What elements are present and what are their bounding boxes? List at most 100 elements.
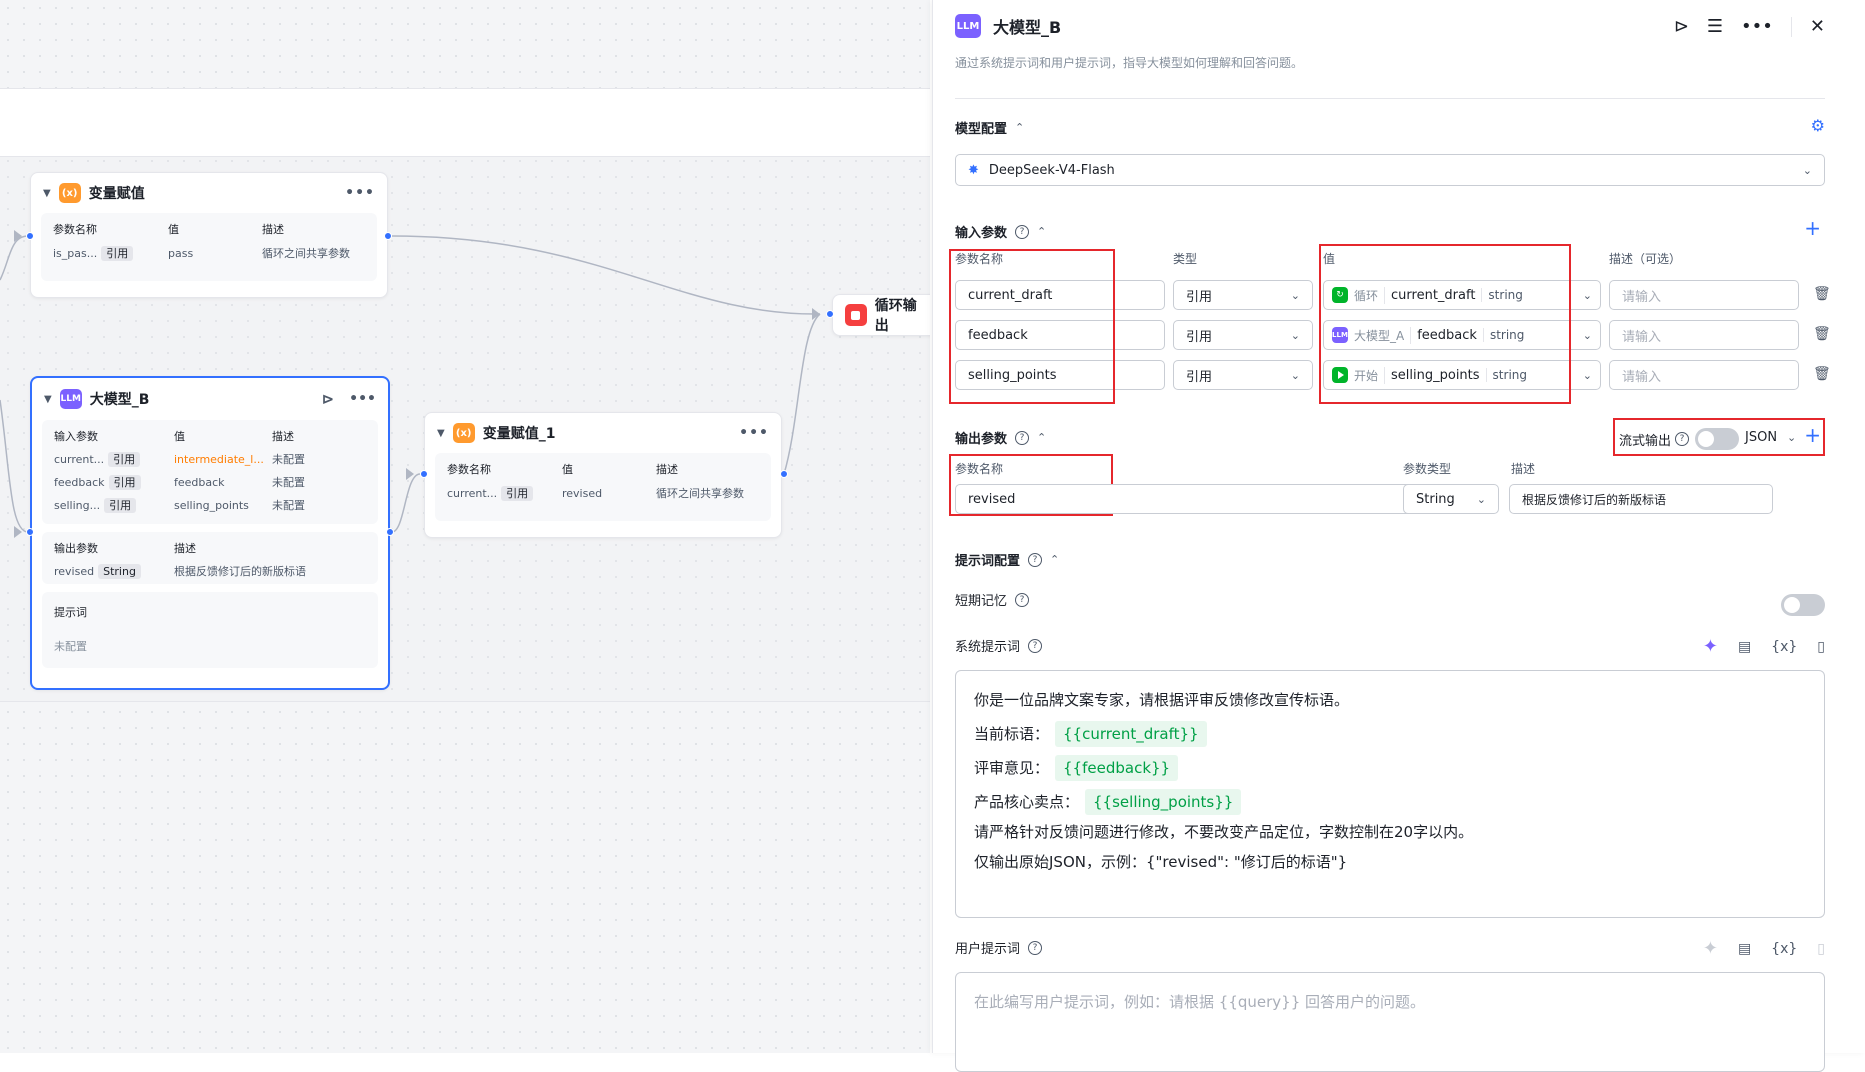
run-icon[interactable]: ⊳ [1674, 16, 1689, 37]
chevron-down-icon: ⌄ [1582, 328, 1592, 342]
port-out[interactable] [386, 528, 394, 536]
user-prompt-label: 用户提示词 [955, 942, 1021, 957]
node-llm-b[interactable]: ▼ LLM 大模型_B ⊳ ••• 输入参数 值 描述 current... 引用… [30, 376, 390, 690]
ai-generate-icon[interactable]: ✦ [1703, 938, 1718, 959]
prompt-line: 评审意见： {{feedback}} [974, 753, 1806, 783]
delete-icon[interactable]: 🗑 [1813, 366, 1831, 382]
output-name: revised String [54, 563, 174, 579]
template-icon[interactable]: ▤ [1738, 639, 1751, 655]
format-select[interactable]: JSON ⌄ [1745, 430, 1796, 445]
highlight-input-values [1319, 244, 1571, 404]
input-params-label: 输入参数 [54, 430, 98, 443]
col-desc-label: 描述（可选） [1609, 252, 1682, 266]
col-type-label: 参数类型 [1403, 462, 1452, 476]
prompt-variable: {{current_draft}} [1055, 721, 1207, 747]
port-in[interactable] [26, 232, 34, 240]
close-icon[interactable]: ✕ [1810, 16, 1825, 37]
save-icon[interactable]: ▯ [1817, 639, 1825, 655]
col-desc-label: 描述 [262, 223, 284, 236]
node-var-assign-1[interactable]: ▼ (x) 变量赋值_1 ••• 参数名称 值 描述 current... 引用 … [424, 412, 782, 538]
collapse-triangle-icon[interactable]: ▼ [44, 394, 52, 405]
prompt-variable: {{selling_points}} [1085, 789, 1242, 815]
collapse-triangle-icon[interactable]: ▼ [43, 188, 51, 199]
run-icon[interactable]: ⊳ [322, 390, 336, 408]
chevron-down-icon: ⌄ [1476, 492, 1486, 506]
edge-var-to-output [391, 235, 821, 315]
param-desc: 循环之间共享参数 [262, 247, 350, 260]
prompt-variable: {{feedback}} [1055, 755, 1179, 781]
help-icon[interactable]: ? [1028, 552, 1043, 567]
chevron-down-icon: ⌄ [1787, 431, 1797, 444]
help-icon[interactable]: ? [1028, 638, 1043, 653]
output-type-select[interactable]: String ⌄ [1403, 484, 1499, 514]
log-icon[interactable]: ☰ [1707, 16, 1723, 37]
port-out[interactable] [780, 470, 788, 478]
node-title: 大模型_B [89, 392, 150, 408]
chevron-up-icon[interactable]: ⌃ [1050, 553, 1059, 566]
node-var-assign[interactable]: ▼ (x) 变量赋值 ••• 参数名称 值 描述 is_pas... 引用 pas… [30, 172, 388, 298]
save-icon[interactable]: ▯ [1817, 941, 1825, 957]
more-icon[interactable]: ••• [345, 185, 375, 201]
settings-icon[interactable]: ⚙ [1811, 116, 1825, 135]
output-params-title: 输出参数 [955, 432, 1008, 447]
port-in[interactable] [826, 310, 834, 318]
input-desc-field[interactable]: 请输入 [1609, 360, 1799, 390]
more-icon[interactable]: ••• [739, 425, 769, 441]
help-icon[interactable]: ? [1028, 940, 1043, 955]
chevron-up-icon[interactable]: ⌃ [1037, 431, 1046, 444]
insert-variable-icon[interactable]: {x} [1771, 941, 1797, 957]
param-name: selling... 引用 [54, 497, 174, 513]
system-prompt-label: 系统提示词 [955, 640, 1021, 655]
col-name-label: 参数名称 [53, 223, 97, 236]
short-memory-toggle[interactable] [1781, 594, 1825, 616]
output-name-field[interactable]: revised [955, 484, 1415, 514]
prompt-line: 你是一位品牌文案专家，请根据评审反馈修改宣传标语。 [974, 691, 1350, 709]
ai-generate-icon[interactable]: ✦ [1703, 636, 1718, 657]
divider [1790, 16, 1792, 37]
system-prompt-editor[interactable]: 你是一位品牌文案专家，请根据评审反馈修改宣传标语。 当前标语： {{current… [955, 670, 1825, 918]
insert-variable-icon[interactable]: {x} [1771, 639, 1797, 655]
user-prompt-placeholder: 在此编写用户提示词，例如：请根据 {{query}} 回答用户的问题。 [974, 993, 1426, 1011]
col-value-label: 值 [562, 463, 573, 476]
panel-description: 通过系统提示词和用户提示词，指导大模型如何理解和回答问题。 [955, 56, 1304, 70]
collapse-triangle-icon[interactable]: ▼ [437, 428, 445, 439]
chevron-up-icon[interactable]: ⌃ [1037, 225, 1046, 238]
col-desc-label: 描述 [272, 430, 294, 443]
input-desc-field[interactable]: 请输入 [1609, 280, 1799, 310]
chevron-down-icon: ⌄ [1582, 368, 1592, 382]
stream-output-toggle[interactable] [1695, 428, 1739, 450]
prompt-line: 仅输出原始JSON，示例：{"revised": "修订后的标语"} [974, 853, 1348, 871]
model-select[interactable]: ✸ DeepSeek-V4-Flash ⌄ [955, 154, 1825, 186]
more-icon[interactable]: ••• [1741, 16, 1773, 37]
col-type-label: 类型 [1173, 252, 1198, 266]
delete-icon[interactable]: 🗑 [1813, 326, 1831, 342]
short-memory-label: 短期记忆 [955, 594, 1008, 609]
help-icon[interactable]: ? [1015, 592, 1030, 607]
input-desc-field[interactable]: 请输入 [1609, 320, 1799, 350]
chevron-down-icon: ⌄ [1582, 288, 1592, 302]
add-icon[interactable]: + [1804, 216, 1821, 240]
help-icon[interactable]: ? [1675, 432, 1689, 446]
template-icon[interactable]: ▤ [1738, 941, 1751, 957]
port-in[interactable] [26, 528, 34, 536]
input-type-select[interactable]: 引用 ⌄ [1173, 320, 1313, 350]
add-icon[interactable]: + [1804, 423, 1821, 447]
workflow-canvas[interactable]: ▼ (x) 变量赋值 ••• 参数名称 值 描述 is_pas... 引用 pas… [0, 0, 930, 1053]
input-type-select[interactable]: 引用 ⌄ [1173, 280, 1313, 310]
port-out[interactable] [384, 232, 392, 240]
param-value: revised [562, 486, 603, 500]
node-loop-output[interactable]: 循环输出 [832, 294, 930, 336]
output-desc: 根据反馈修订后的新版标语 [174, 565, 306, 578]
user-prompt-editor[interactable]: 在此编写用户提示词，例如：请根据 {{query}} 回答用户的问题。 [955, 972, 1825, 1072]
prompt-line: 当前标语： {{current_draft}} [974, 719, 1806, 749]
help-icon[interactable]: ? [1015, 430, 1030, 445]
param-desc: 循环之间共享参数 [656, 487, 744, 500]
chevron-down-icon: ⌄ [1290, 328, 1300, 342]
chevron-up-icon[interactable]: ⌃ [1015, 121, 1024, 134]
delete-icon[interactable]: 🗑 [1813, 286, 1831, 302]
help-icon[interactable]: ? [1015, 224, 1030, 239]
more-icon[interactable]: ••• [349, 391, 376, 407]
input-type-select[interactable]: 引用 ⌄ [1173, 360, 1313, 390]
port-in[interactable] [420, 470, 428, 478]
output-desc-field[interactable]: 根据反馈修订后的新版标语 [1509, 484, 1773, 514]
